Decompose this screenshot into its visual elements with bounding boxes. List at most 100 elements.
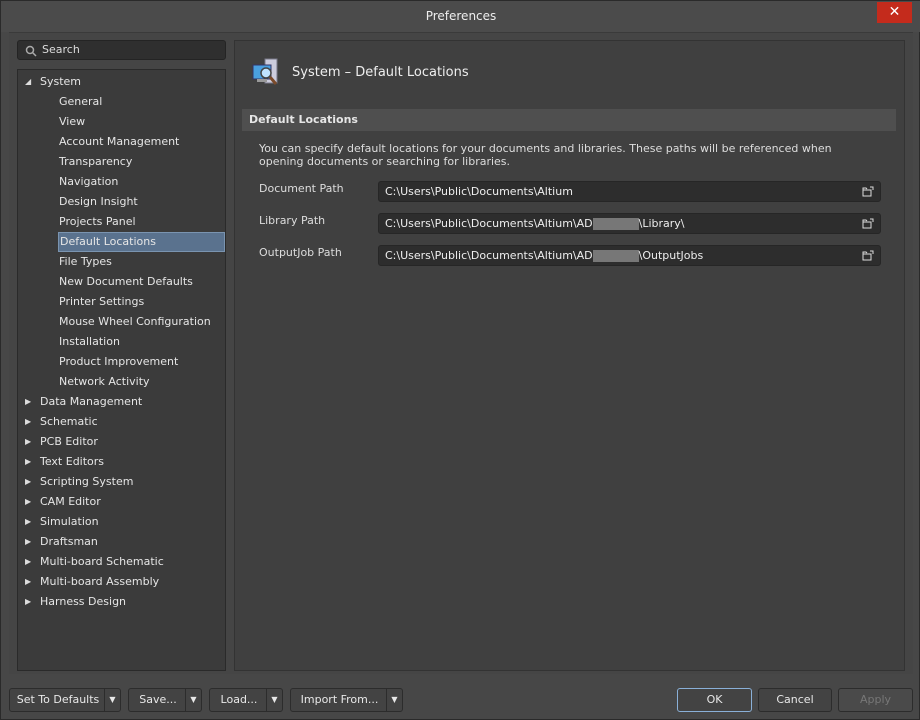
tree-item-label: Installation: [59, 335, 120, 348]
collapsed-arrow-icon[interactable]: ▶: [25, 392, 31, 412]
collapsed-arrow-icon[interactable]: ▶: [25, 432, 31, 452]
chevron-down-icon[interactable]: ▼: [266, 689, 282, 711]
load-button[interactable]: Load... ▼: [209, 688, 283, 712]
preferences-window: Preferences ✕ Search ◢ System General View A…: [0, 0, 920, 720]
tree-item-simulation[interactable]: ▶ Simulation: [25, 512, 99, 532]
window-title: Preferences: [425, 9, 497, 23]
tree-item-file-types[interactable]: File Types: [58, 252, 225, 272]
path-prefix: C:\Users\Public\Documents\Altium\AD: [385, 217, 593, 230]
path-input[interactable]: C:\Users\Public\Documents\Altium\AD \Outp…: [378, 245, 881, 266]
collapsed-arrow-icon[interactable]: ▶: [25, 552, 31, 572]
path-prefix: C:\Users\Public\Documents\Altium\AD: [385, 249, 593, 262]
content-panel: [234, 40, 905, 671]
tree-item-pcb-editor[interactable]: ▶ PCB Editor: [25, 432, 98, 452]
close-button[interactable]: ✕: [877, 2, 912, 23]
chevron-down-icon[interactable]: ▼: [104, 689, 120, 711]
collapsed-arrow-icon[interactable]: ▶: [25, 452, 31, 472]
tree-item-label: Harness Design: [40, 595, 127, 608]
tree-item-default-locations[interactable]: Default Locations: [58, 232, 225, 252]
tree-item-network-activity[interactable]: Network Activity: [58, 372, 225, 392]
tree-item-label: View: [59, 115, 86, 128]
tree-item-mouse-wheel-configuration[interactable]: Mouse Wheel Configuration: [58, 312, 225, 332]
import-from-label: Import From...: [300, 693, 379, 706]
path-input[interactable]: C:\Users\Public\Documents\Altium\AD \Libr…: [378, 213, 881, 234]
search-icon: [25, 45, 37, 57]
tree-item-multi-board-assembly[interactable]: ▶ Multi-board Assembly: [25, 572, 160, 592]
open-folder-icon[interactable]: [862, 218, 874, 229]
tree-item-label: CAM Editor: [40, 495, 101, 508]
tree-item-label: General: [59, 95, 103, 108]
tree-item-system[interactable]: ◢ System: [25, 72, 81, 92]
tree-item-text-editors[interactable]: ▶ Text Editors: [25, 452, 105, 472]
tree-item-label: Multi-board Schematic: [40, 555, 164, 568]
chevron-down-icon[interactable]: ▼: [386, 689, 402, 711]
redacted-block: [592, 250, 639, 262]
tree-item-label: Projects Panel: [59, 215, 136, 228]
tree-item-label: Product Improvement: [59, 355, 179, 368]
field-label: Library Path: [259, 214, 326, 227]
tree-item-label: Mouse Wheel Configuration: [59, 315, 211, 328]
cancel-button[interactable]: Cancel: [758, 688, 832, 712]
expanded-arrow-icon[interactable]: ◢: [25, 72, 31, 92]
tree-item-label: Data Management: [40, 395, 143, 408]
save-button[interactable]: Save... ▼: [128, 688, 202, 712]
tree-item-data-management[interactable]: ▶ Data Management: [25, 392, 143, 412]
apply-button[interactable]: Apply: [838, 688, 913, 712]
path-suffix: \OutputJobs: [638, 249, 704, 262]
tree-item-label: Multi-board Assembly: [40, 575, 160, 588]
open-folder-icon[interactable]: [862, 186, 874, 197]
tree-item-scripting-system[interactable]: ▶ Scripting System: [25, 472, 134, 492]
tree-item-multi-board-schematic[interactable]: ▶ Multi-board Schematic: [25, 552, 164, 572]
tree-item-label: Account Management: [59, 135, 180, 148]
tree-item-label: Printer Settings: [59, 295, 145, 308]
collapsed-arrow-icon[interactable]: ▶: [25, 572, 31, 592]
tree-item-harness-design[interactable]: ▶ Harness Design: [25, 592, 127, 612]
tree-item-projects-panel[interactable]: Projects Panel: [58, 212, 225, 232]
tree-item-installation[interactable]: Installation: [58, 332, 225, 352]
tree-item-draftsman[interactable]: ▶ Draftsman: [25, 532, 98, 552]
tree-item-printer-settings[interactable]: Printer Settings: [58, 292, 225, 312]
tree-item-label: PCB Editor: [40, 435, 98, 448]
path-prefix: C:\Users\Public\Documents\Altium: [385, 185, 573, 198]
tree-item-label: Navigation: [59, 175, 119, 188]
tree-item-label: Design Insight: [59, 195, 138, 208]
tree-item-label: Simulation: [40, 515, 99, 528]
field-label: Document Path: [259, 182, 344, 195]
collapsed-arrow-icon[interactable]: ▶: [25, 472, 31, 492]
section-description: You can specify default locations for yo…: [259, 142, 832, 168]
tree-item-transparency[interactable]: Transparency: [58, 152, 225, 172]
path-suffix: \Library\: [638, 217, 685, 230]
collapsed-arrow-icon[interactable]: ▶: [25, 592, 31, 612]
section-header: Default Locations: [242, 109, 896, 131]
tree-item-label: Scripting System: [40, 475, 134, 488]
tree-item-label: New Document Defaults: [59, 275, 193, 288]
tree-item-account-management[interactable]: Account Management: [58, 132, 225, 152]
redacted-block: [592, 218, 639, 230]
ok-button[interactable]: OK: [677, 688, 752, 712]
search-placeholder: Search: [42, 43, 80, 56]
import-from-button[interactable]: Import From... ▼: [290, 688, 403, 712]
tree-item-schematic[interactable]: ▶ Schematic: [25, 412, 98, 432]
tree-item-label: Transparency: [59, 155, 133, 168]
collapsed-arrow-icon[interactable]: ▶: [25, 512, 31, 532]
tree-item-label: File Types: [59, 255, 112, 268]
search-input[interactable]: Search: [17, 40, 226, 60]
set-to-defaults-button[interactable]: Set To Defaults ▼: [9, 688, 121, 712]
tree-item-label: Draftsman: [40, 535, 98, 548]
tree-item-cam-editor[interactable]: ▶ CAM Editor: [25, 492, 101, 512]
tree-item-navigation[interactable]: Navigation: [58, 172, 225, 192]
tree-item-new-document-defaults[interactable]: New Document Defaults: [58, 272, 225, 292]
collapsed-arrow-icon[interactable]: ▶: [25, 492, 31, 512]
tree-item-general[interactable]: General: [58, 92, 225, 112]
tree-item-view[interactable]: View: [58, 112, 225, 132]
collapsed-arrow-icon[interactable]: ▶: [25, 532, 31, 552]
collapsed-arrow-icon[interactable]: ▶: [25, 412, 31, 432]
title-bar: Preferences: [1, 1, 920, 32]
chevron-down-icon[interactable]: ▼: [185, 689, 201, 711]
tree-item-label: Text Editors: [40, 455, 105, 468]
path-input[interactable]: C:\Users\Public\Documents\Altium: [378, 181, 881, 202]
tree-item-label: Schematic: [40, 415, 98, 428]
open-folder-icon[interactable]: [862, 250, 874, 261]
tree-item-product-improvement[interactable]: Product Improvement: [58, 352, 225, 372]
tree-item-design-insight[interactable]: Design Insight: [58, 192, 225, 212]
